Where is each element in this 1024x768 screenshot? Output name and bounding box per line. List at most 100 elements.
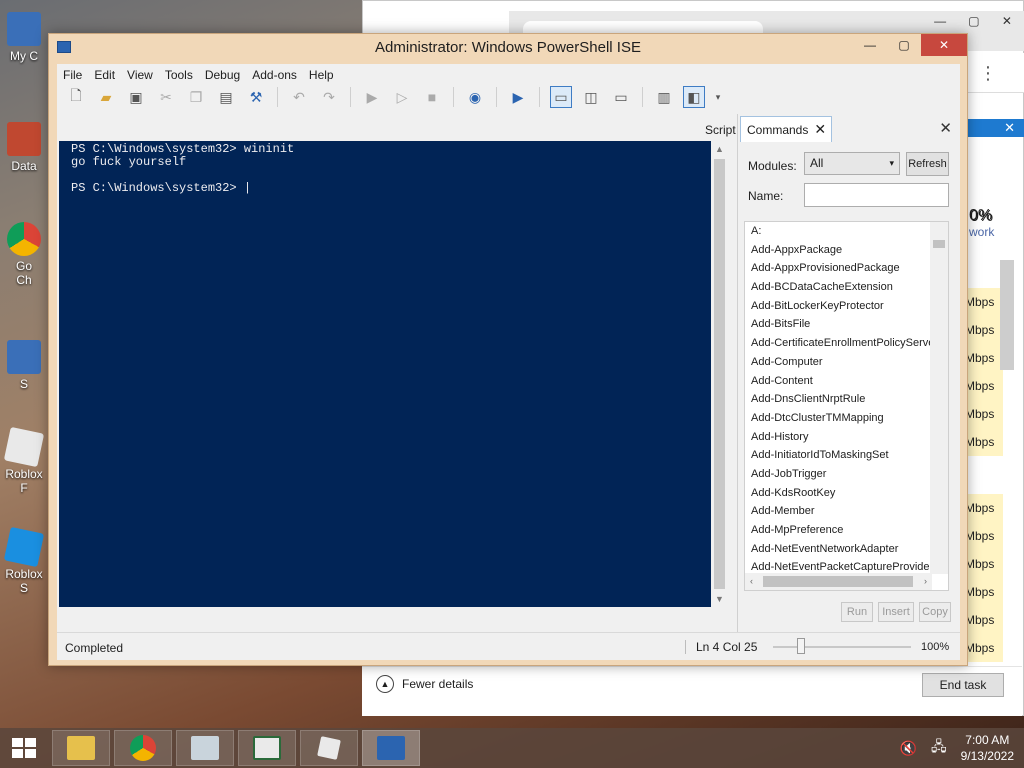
table-row[interactable]: Mbps: [963, 316, 1003, 344]
table-row[interactable]: Mbps: [963, 606, 1003, 634]
table-row[interactable]: Mbps: [963, 400, 1003, 428]
menu-help[interactable]: Help: [303, 66, 340, 84]
scroll-up-icon[interactable]: ▲: [711, 141, 728, 157]
scrollbar-thumb[interactable]: [714, 159, 725, 589]
list-item[interactable]: Add-BitLockerKeyProtector: [745, 297, 930, 316]
copy-button[interactable]: Copy: [919, 602, 951, 622]
taskbar-roblox[interactable]: [300, 730, 358, 766]
list-item[interactable]: Add-CertificateEnrollmentPolicyServe: [745, 334, 930, 353]
minimize-button[interactable]: —: [853, 34, 887, 56]
list-item[interactable]: Add-History: [745, 428, 930, 447]
remote-powershell-icon[interactable]: ◉: [464, 86, 486, 108]
show-script-pane-right-icon[interactable]: ◫: [580, 86, 602, 108]
redo-icon[interactable]: ↷: [318, 86, 340, 108]
table-row[interactable]: Mbps: [963, 288, 1003, 316]
tab-commands[interactable]: Commands ✕: [740, 116, 832, 142]
paste-icon[interactable]: ▤: [215, 86, 237, 108]
menu-debug[interactable]: Debug: [199, 66, 246, 84]
list-item[interactable]: Add-MpPreference: [745, 521, 930, 540]
toolbar-overflow-icon[interactable]: ▾: [713, 86, 723, 108]
show-script-pane-maximized-icon[interactable]: ▭: [610, 86, 632, 108]
more-options-icon[interactable]: ⋮: [979, 63, 997, 84]
run-selection-icon[interactable]: ▷: [391, 86, 413, 108]
run-script-icon[interactable]: ▶: [361, 86, 383, 108]
scrollbar-thumb[interactable]: [763, 576, 913, 587]
powershell-app-icon[interactable]: [57, 41, 71, 53]
fewer-details-button[interactable]: ▲ Fewer details: [376, 675, 473, 693]
open-folder-icon[interactable]: ▰: [95, 86, 117, 108]
run-button[interactable]: Run: [841, 602, 873, 622]
volume-muted-icon[interactable]: 🔇: [900, 740, 917, 757]
taskbar-task-manager[interactable]: [238, 730, 296, 766]
new-file-icon[interactable]: 🗋: [65, 86, 87, 108]
list-item[interactable]: Add-DnsClientNrptRule: [745, 390, 930, 409]
cut-icon[interactable]: ✂: [155, 86, 177, 108]
show-command-addon-icon[interactable]: ◧: [683, 86, 705, 108]
table-row[interactable]: Mbps: [963, 522, 1003, 550]
taskbar-powershell-ise[interactable]: [362, 730, 420, 766]
menu-view[interactable]: View: [121, 66, 159, 84]
powershell-console-icon[interactable]: ▶: [507, 86, 529, 108]
list-item[interactable]: Add-InitiatorIdToMaskingSet: [745, 446, 930, 465]
close-icon[interactable]: ✕: [1002, 14, 1012, 28]
list-item[interactable]: Add-AppxProvisionedPackage: [745, 259, 930, 278]
modules-dropdown[interactable]: All ▾: [804, 152, 900, 175]
refresh-button[interactable]: Refresh: [906, 152, 949, 176]
zoom-slider-track[interactable]: [773, 646, 911, 648]
desktop-icon-my-computer[interactable]: My C: [0, 12, 48, 63]
list-item[interactable]: A:: [745, 222, 930, 241]
table-row[interactable]: Mbps: [963, 494, 1003, 522]
command-list-scrollbar[interactable]: [930, 222, 948, 574]
command-list[interactable]: A: Add-AppxPackage Add-AppxProvisionedPa…: [744, 221, 949, 591]
list-item[interactable]: Add-JobTrigger: [745, 465, 930, 484]
scrollbar-thumb[interactable]: [933, 240, 945, 248]
list-item[interactable]: Add-KdsRootKey: [745, 484, 930, 503]
save-icon[interactable]: ▣: [125, 86, 147, 108]
menu-addons[interactable]: Add-ons: [246, 66, 303, 84]
minimize-icon[interactable]: —: [934, 14, 946, 28]
list-item[interactable]: Add-Content: [745, 372, 930, 391]
name-search-input[interactable]: [804, 183, 949, 207]
list-item[interactable]: Add-NetEventNetworkAdapter: [745, 540, 930, 559]
table-row[interactable]: Mbps: [963, 344, 1003, 372]
menu-tools[interactable]: Tools: [159, 66, 199, 84]
taskbar-chrome[interactable]: [114, 730, 172, 766]
network-icon[interactable]: 🖧: [931, 736, 947, 760]
desktop-icon-s[interactable]: S: [0, 340, 48, 391]
insert-button[interactable]: Insert: [878, 602, 914, 622]
table-row[interactable]: Mbps: [963, 550, 1003, 578]
list-item[interactable]: Add-BitsFile: [745, 315, 930, 334]
windows-start-button[interactable]: [12, 738, 36, 758]
command-list-hscrollbar[interactable]: ‹ ›: [745, 573, 932, 590]
list-item[interactable]: Add-AppxPackage: [745, 241, 930, 260]
close-tab-icon[interactable]: ✕: [814, 121, 826, 138]
scroll-left-icon[interactable]: ‹: [750, 573, 753, 590]
list-item[interactable]: Add-Member: [745, 502, 930, 521]
script-pane-toggle-label[interactable]: Script: [705, 123, 736, 137]
console-scrollbar[interactable]: ▲ ▼: [711, 141, 728, 607]
desktop-icon-roblox-player[interactable]: Roblox F: [0, 426, 48, 495]
menu-edit[interactable]: Edit: [88, 66, 121, 84]
copy-icon[interactable]: ❐: [185, 86, 207, 108]
table-row[interactable]: Mbps: [963, 428, 1003, 456]
close-panel-icon[interactable]: ✕: [939, 119, 952, 137]
table-row[interactable]: Mbps: [963, 372, 1003, 400]
list-item[interactable]: Add-BCDataCacheExtension: [745, 278, 930, 297]
menu-file[interactable]: File: [57, 66, 88, 84]
show-command-window-icon[interactable]: ▥: [653, 86, 675, 108]
maximize-button[interactable]: ▢: [887, 34, 921, 56]
table-row[interactable]: Mbps: [963, 634, 1003, 662]
list-item[interactable]: Add-DtcClusterTMMapping: [745, 409, 930, 428]
stop-icon[interactable]: ■: [421, 86, 443, 108]
desktop-icon-google-chrome[interactable]: Go Ch: [0, 222, 48, 287]
end-task-button[interactable]: End task: [922, 673, 1004, 697]
desktop-icon-data[interactable]: Data: [0, 122, 48, 173]
undo-icon[interactable]: ↶: [288, 86, 310, 108]
show-script-pane-top-icon[interactable]: ▭: [550, 86, 572, 108]
scroll-down-icon[interactable]: ▼: [711, 591, 728, 607]
scrollbar-thumb[interactable]: [1000, 260, 1014, 370]
desktop-icon-roblox-studio[interactable]: Roblox S: [0, 526, 48, 595]
table-row[interactable]: Mbps: [963, 578, 1003, 606]
taskbar-resource-monitor[interactable]: [176, 730, 234, 766]
clear-console-icon[interactable]: ⚒: [245, 86, 267, 108]
